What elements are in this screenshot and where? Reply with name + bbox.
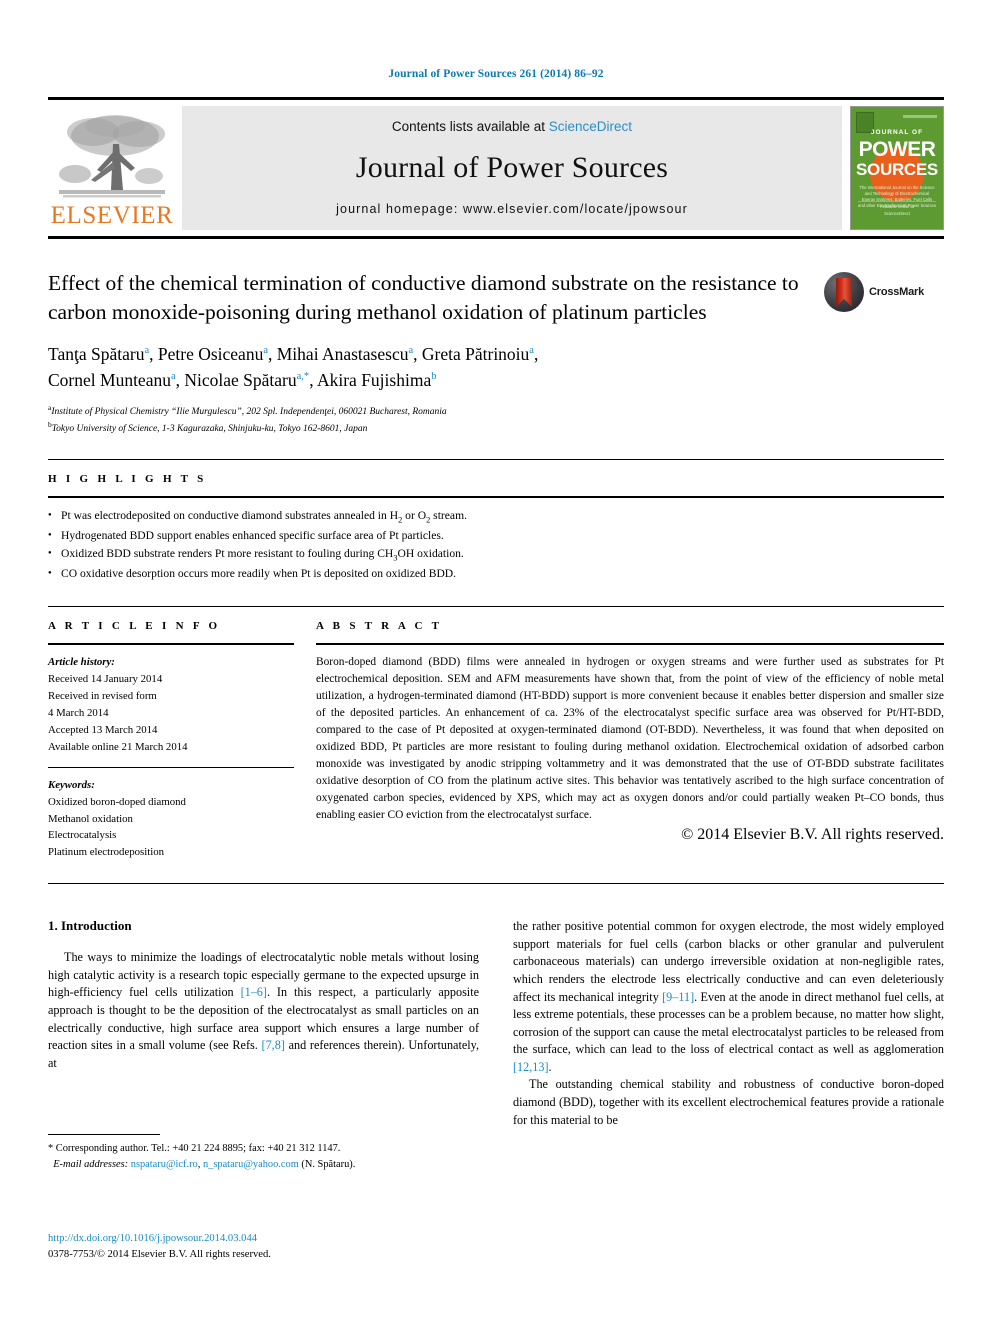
author-name[interactable]: Cornel Munteanu xyxy=(48,370,171,390)
highlights-list: Pt was electrodeposited on conductive di… xyxy=(48,498,944,584)
introduction-heading: 1. Introduction xyxy=(48,918,132,934)
abstract-label: A B S T R A C T xyxy=(316,620,443,632)
email-label: E-mail addresses: xyxy=(53,1159,129,1171)
author-affil-mark: a xyxy=(144,345,150,357)
keyword-item: Platinum electrodeposition xyxy=(48,846,165,859)
crossmark-ribbon-icon xyxy=(836,278,852,307)
citation-link[interactable]: [1–6] xyxy=(241,985,267,999)
introduction-paragraph: The ways to minimize the loadings of ele… xyxy=(48,949,479,1072)
keyword-item: Electrocatalysis xyxy=(48,829,117,842)
body-top-rule xyxy=(48,883,944,885)
info-abstract-row: A R T I C L E I N F O Article history: R… xyxy=(48,607,944,861)
journal-cover-thumbnail: JOURNAL OF POWER SOURCES The Internation… xyxy=(850,106,944,230)
article-info-column: A R T I C L E I N F O Article history: R… xyxy=(48,607,316,861)
history-item: Accepted 13 March 2014 xyxy=(48,723,158,736)
affiliation-item: bTokyo University of Science, 1-3 Kagura… xyxy=(48,419,944,436)
article-history-label: Article history: xyxy=(48,656,115,668)
author-list: Tanţa Spătarua, Petre Osiceanua, Mihai A… xyxy=(48,344,539,390)
masthead-bottom-rule xyxy=(48,236,944,239)
author-affil-mark: b xyxy=(431,370,437,382)
paper-page: Journal of Power Sources 261 (2014) 86–9… xyxy=(0,0,992,1323)
citation-link[interactable]: [7,8] xyxy=(262,1038,285,1052)
citation-link[interactable]: [9–11] xyxy=(662,990,694,1004)
crossmark-label: CrossMark xyxy=(869,286,925,298)
intro-right-paragraph-2: The outstanding chemical stability and r… xyxy=(513,1077,944,1127)
author-affil-mark: a xyxy=(170,370,176,382)
email-suffix: (N. Spătaru). xyxy=(298,1159,356,1171)
abstract-copyright: © 2014 Elsevier B.V. All rights reserved… xyxy=(681,825,944,843)
footnote-block: * Corresponding author. Tel.: +40 21 224… xyxy=(48,1141,479,1173)
author-name[interactable]: Mihai Anastasescu xyxy=(277,344,409,364)
sciencedirect-link[interactable]: ScienceDirect xyxy=(549,119,632,134)
highlight-item: Oxidized BDD substrate renders Pt more r… xyxy=(48,545,944,565)
highlight-item: Pt was electrodeposited on conductive di… xyxy=(48,507,944,527)
cover-power-text: POWER xyxy=(858,138,936,161)
history-item: Received in revised form xyxy=(48,689,157,702)
email-line: E-mail addresses: nspataru@icf.ro, n_spa… xyxy=(48,1157,479,1173)
cover-sources-text: SOURCES xyxy=(856,160,938,179)
author-name[interactable]: Akira Fujishima xyxy=(317,370,431,390)
title-block: Effect of the chemical termination of co… xyxy=(48,269,944,326)
history-item: 4 March 2014 xyxy=(48,706,109,719)
contents-lists-line: Contents lists available at ScienceDirec… xyxy=(392,119,632,134)
keywords-block: Keywords: Oxidized boron-doped diamond M… xyxy=(48,768,294,862)
intro-right-paragraph-1: the rather positive potential common for… xyxy=(513,918,944,1076)
cover-footer-bottom: ScienceDirect xyxy=(884,210,910,216)
author-name[interactable]: Petre Osiceanu xyxy=(158,344,263,364)
author-name[interactable]: Nicolae Spătaru xyxy=(184,370,296,390)
author-affil-mark: a xyxy=(529,345,534,357)
affiliation-text: Tokyo University of Science, 1-3 Kaguraz… xyxy=(51,424,368,435)
abstract-column: A B S T R A C T Boron-doped diamond (BDD… xyxy=(316,607,944,861)
history-item: Available online 21 March 2014 xyxy=(48,740,188,753)
author-name[interactable]: Tanţa Spătaru xyxy=(48,344,144,364)
journal-homepage-line[interactable]: journal homepage: www.elsevier.com/locat… xyxy=(336,202,688,216)
cover-top-rule xyxy=(903,115,937,118)
author-affil-mark: a xyxy=(263,345,268,357)
article-history-block: Article history: Received 14 January 201… xyxy=(48,645,294,756)
citation-link[interactable]: [12,13] xyxy=(513,1060,549,1074)
elsevier-wordmark: ELSEVIER xyxy=(50,202,174,229)
highlight-item: CO oxidative desorption occurs more read… xyxy=(48,565,944,584)
cover-footer-top: Available online at xyxy=(858,201,936,210)
cover-footer: Available online at ScienceDirect xyxy=(858,201,936,217)
crossmark-badge[interactable]: CrossMark xyxy=(824,269,944,312)
corresponding-author-line: * Corresponding author. Tel.: +40 21 224… xyxy=(48,1143,341,1155)
abstract-text: Boron-doped diamond (BDD) films were ann… xyxy=(316,656,944,821)
highlights-label: H I G H L I G H T S xyxy=(48,472,207,485)
masthead: ELSEVIER Contents lists available at Sci… xyxy=(48,97,944,239)
author-affil-mark: a,* xyxy=(296,370,310,382)
author-affil-mark: a xyxy=(408,345,414,357)
crossmark-icon xyxy=(824,272,864,312)
affiliation-text: Institute of Physical Chemistry “Ilie Mu… xyxy=(51,407,447,418)
issn-copyright-line: 0378-7753/© 2014 Elsevier B.V. All right… xyxy=(48,1249,271,1261)
body-right-column: the rather positive potential common for… xyxy=(513,918,944,1173)
body-columns: 1. Introduction The ways to minimize the… xyxy=(48,918,944,1173)
body-left-column: 1. Introduction The ways to minimize the… xyxy=(48,918,479,1173)
page-footer: http://dx.doi.org/10.1016/j.jpowsour.201… xyxy=(48,1231,271,1263)
footnote-rule xyxy=(48,1134,160,1136)
masthead-top-rule xyxy=(48,97,944,100)
keyword-item: Methanol oxidation xyxy=(48,812,133,825)
elsevier-logo: ELSEVIER xyxy=(48,106,176,230)
highlight-item: Hydrogenated BDD support enables enhance… xyxy=(48,527,944,546)
intro-right-text-c: . xyxy=(548,1059,552,1074)
history-item: Received 14 January 2014 xyxy=(48,672,163,685)
keywords-label: Keywords: xyxy=(48,778,95,791)
keyword-item: Oxidized boron-doped diamond xyxy=(48,795,186,808)
affiliation-list: aInstitute of Physical Chemistry “Ilie M… xyxy=(48,402,944,437)
email-link-primary[interactable]: nspataru@icf.ro xyxy=(131,1159,198,1170)
masthead-center-panel: Contents lists available at ScienceDirec… xyxy=(182,106,842,230)
affiliation-item: aInstitute of Physical Chemistry “Ilie M… xyxy=(48,402,944,419)
running-head: Journal of Power Sources 261 (2014) 86–9… xyxy=(388,68,604,80)
cover-journal-of-text: JOURNAL OF xyxy=(870,129,924,136)
article-info-label: A R T I C L E I N F O xyxy=(48,620,221,632)
doi-link[interactable]: http://dx.doi.org/10.1016/j.jpowsour.201… xyxy=(48,1233,257,1244)
contents-prefix: Contents lists available at xyxy=(391,119,546,134)
article-title: Effect of the chemical termination of co… xyxy=(48,271,799,324)
journal-title: Journal of Power Sources xyxy=(355,151,669,184)
email-link-secondary[interactable]: n_spataru@yahoo.com xyxy=(203,1159,299,1170)
author-name[interactable]: Greta Pătrinoiu xyxy=(422,344,529,364)
elsevier-tree-icon xyxy=(59,115,165,198)
